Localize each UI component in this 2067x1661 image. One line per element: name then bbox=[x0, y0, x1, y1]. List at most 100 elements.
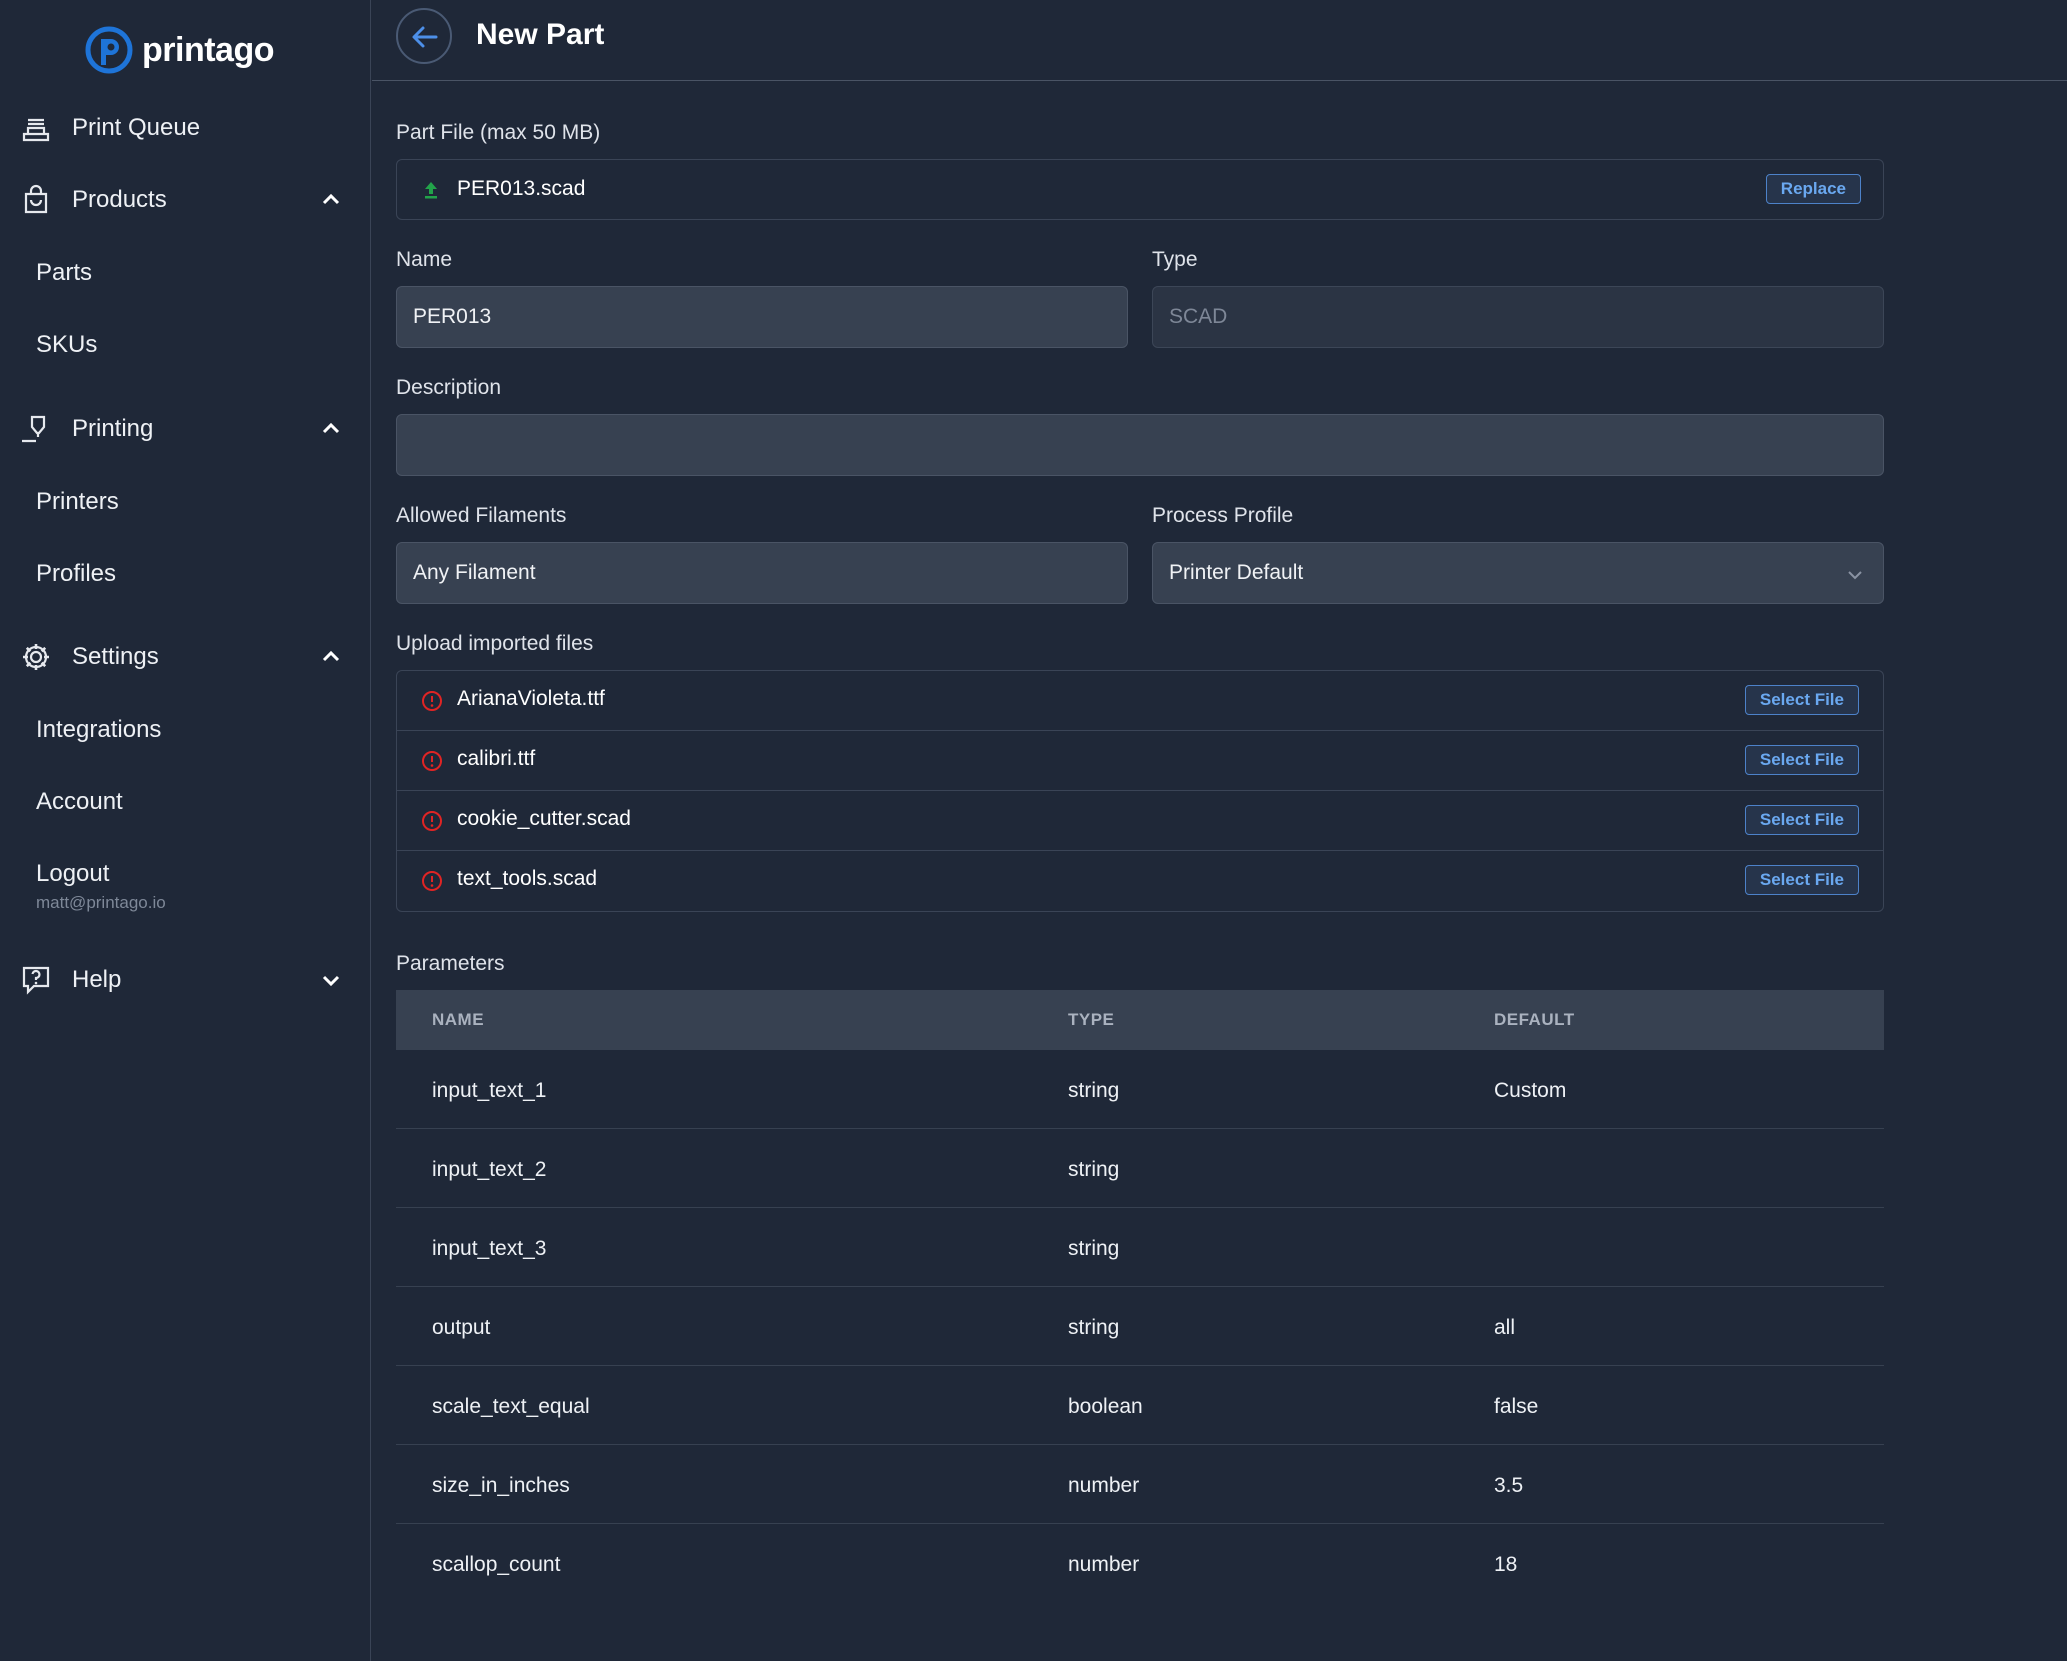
help-icon bbox=[22, 966, 50, 995]
chevron-up-icon[interactable] bbox=[319, 417, 343, 441]
param-type: string bbox=[1068, 1237, 1120, 1260]
error-icon bbox=[422, 871, 442, 891]
table-row: input_text_1 string Custom bbox=[396, 1050, 1884, 1129]
page-header: New Part bbox=[372, 0, 2067, 81]
param-type: number bbox=[1068, 1553, 1140, 1576]
column-header-default: DEFAULT bbox=[1494, 1010, 1575, 1029]
allowed-filaments-label: Allowed Filaments bbox=[396, 504, 567, 527]
allowed-filaments-input[interactable]: Any Filament bbox=[396, 542, 1128, 604]
sidebar-item-label: Account bbox=[36, 788, 123, 815]
process-profile-value: Printer Default bbox=[1169, 561, 1304, 584]
list-item: text_tools.scad Select File bbox=[397, 851, 1883, 911]
upload-success-icon bbox=[425, 182, 437, 199]
select-file-button[interactable]: Select File bbox=[1744, 745, 1859, 775]
parameters-label: Parameters bbox=[396, 952, 505, 975]
sidebar: printago Print Queue Products Parts SKUs… bbox=[0, 0, 371, 1661]
sidebar-item-account[interactable]: Account bbox=[0, 777, 371, 827]
part-file-name: PER013.scad bbox=[457, 177, 586, 200]
brand-name: printago bbox=[142, 30, 274, 69]
param-type: boolean bbox=[1068, 1395, 1143, 1418]
param-default: 3.5 bbox=[1494, 1474, 1524, 1497]
error-icon bbox=[422, 811, 442, 831]
table-row: input_text_2 string bbox=[396, 1129, 1884, 1208]
upload-file-name: calibri.ttf bbox=[457, 747, 536, 770]
list-item: ArianaVioleta.ttf Select File bbox=[397, 671, 1883, 731]
select-file-button[interactable]: Select File bbox=[1744, 805, 1859, 835]
page-title: New Part bbox=[476, 18, 605, 51]
description-input[interactable] bbox=[396, 414, 1884, 476]
sidebar-item-skus[interactable]: SKUs bbox=[0, 320, 371, 370]
sidebar-item-parts[interactable]: Parts bbox=[0, 248, 371, 298]
upload-file-name: text_tools.scad bbox=[457, 867, 598, 890]
name-label: Name bbox=[396, 248, 453, 271]
sidebar-item-label: Printers bbox=[36, 488, 119, 515]
process-profile-select[interactable]: Printer Default bbox=[1152, 542, 1884, 604]
printago-logo[interactable]: printago bbox=[84, 22, 274, 78]
table-row: scale_text_equal boolean false bbox=[396, 1366, 1884, 1445]
sidebar-item-label: Profiles bbox=[36, 560, 117, 587]
param-default: false bbox=[1494, 1395, 1539, 1418]
sidebar-item-printing[interactable]: Printing bbox=[0, 401, 371, 457]
sidebar-item-label: Logout bbox=[36, 860, 110, 887]
sidebar-item-label: Help bbox=[72, 966, 122, 993]
column-header-name: NAME bbox=[432, 1010, 485, 1029]
param-type: string bbox=[1068, 1079, 1120, 1102]
print-queue-icon bbox=[22, 118, 50, 142]
upload-file-name: ArianaVioleta.ttf bbox=[457, 687, 605, 710]
table-row: scallop_count number 18 bbox=[396, 1524, 1884, 1603]
sidebar-item-integrations[interactable]: Integrations bbox=[0, 705, 371, 755]
upload-file-name: cookie_cutter.scad bbox=[457, 807, 631, 830]
column-header-type: TYPE bbox=[1068, 1010, 1115, 1029]
sidebar-item-help[interactable]: Help bbox=[0, 952, 371, 1008]
gear-icon bbox=[23, 644, 49, 670]
table-row: input_text_3 string bbox=[396, 1208, 1884, 1287]
chevron-up-icon[interactable] bbox=[319, 645, 343, 669]
select-file-button[interactable]: Select File bbox=[1744, 685, 1859, 715]
param-name: scallop_count bbox=[432, 1553, 561, 1576]
list-item: cookie_cutter.scad Select File bbox=[397, 791, 1883, 851]
table-header: NAME TYPE DEFAULT bbox=[396, 990, 1884, 1050]
part-file-box: PER013.scad Replace bbox=[396, 159, 1884, 220]
user-email: matt@printago.io bbox=[36, 893, 166, 912]
sidebar-item-label: Settings bbox=[72, 643, 159, 670]
param-name: size_in_inches bbox=[432, 1474, 570, 1497]
chevron-down-icon bbox=[1848, 571, 1862, 580]
name-input[interactable]: PER013 bbox=[396, 286, 1128, 348]
sidebar-item-label: SKUs bbox=[36, 331, 98, 358]
sidebar-item-label: Printing bbox=[72, 415, 154, 442]
printer-nozzle-icon bbox=[22, 415, 46, 443]
param-name: input_text_1 bbox=[432, 1079, 547, 1102]
table-row: output string all bbox=[396, 1287, 1884, 1366]
table-row: size_in_inches number 3.5 bbox=[396, 1445, 1884, 1524]
error-icon bbox=[422, 751, 442, 771]
sidebar-item-label: Parts bbox=[36, 259, 93, 286]
type-input: SCAD bbox=[1152, 286, 1884, 348]
arrow-left-icon bbox=[412, 26, 438, 48]
upload-files-label: Upload imported files bbox=[396, 632, 594, 655]
param-type: string bbox=[1068, 1158, 1120, 1181]
sidebar-item-print-queue[interactable]: Print Queue bbox=[0, 100, 371, 156]
sidebar-item-products[interactable]: Products bbox=[0, 172, 371, 228]
back-button[interactable] bbox=[396, 8, 452, 64]
sidebar-item-label: Integrations bbox=[36, 716, 162, 743]
description-label: Description bbox=[396, 376, 502, 399]
param-name: input_text_3 bbox=[432, 1237, 547, 1260]
list-item: calibri.ttf Select File bbox=[397, 731, 1883, 791]
select-file-button[interactable]: Select File bbox=[1744, 865, 1859, 895]
part-file-label: Part File (max 50 MB) bbox=[396, 121, 601, 144]
sidebar-item-profiles[interactable]: Profiles bbox=[0, 549, 371, 599]
param-default: Custom bbox=[1494, 1079, 1567, 1102]
chevron-down-icon[interactable] bbox=[319, 968, 343, 992]
param-name: scale_text_equal bbox=[432, 1395, 590, 1418]
sidebar-item-label: Print Queue bbox=[72, 114, 201, 141]
chevron-up-icon[interactable] bbox=[319, 188, 343, 212]
replace-button[interactable]: Replace bbox=[1765, 174, 1861, 204]
param-name: input_text_2 bbox=[432, 1158, 547, 1181]
parameters-table: NAME TYPE DEFAULT input_text_1 string Cu… bbox=[396, 990, 1884, 1603]
shopping-bag-icon bbox=[24, 184, 48, 214]
param-name: output bbox=[432, 1316, 491, 1339]
sidebar-item-logout[interactable]: Logout bbox=[0, 849, 371, 899]
sidebar-item-settings[interactable]: Settings bbox=[0, 629, 371, 685]
printago-logo-icon bbox=[85, 26, 133, 74]
sidebar-item-printers[interactable]: Printers bbox=[0, 477, 371, 527]
